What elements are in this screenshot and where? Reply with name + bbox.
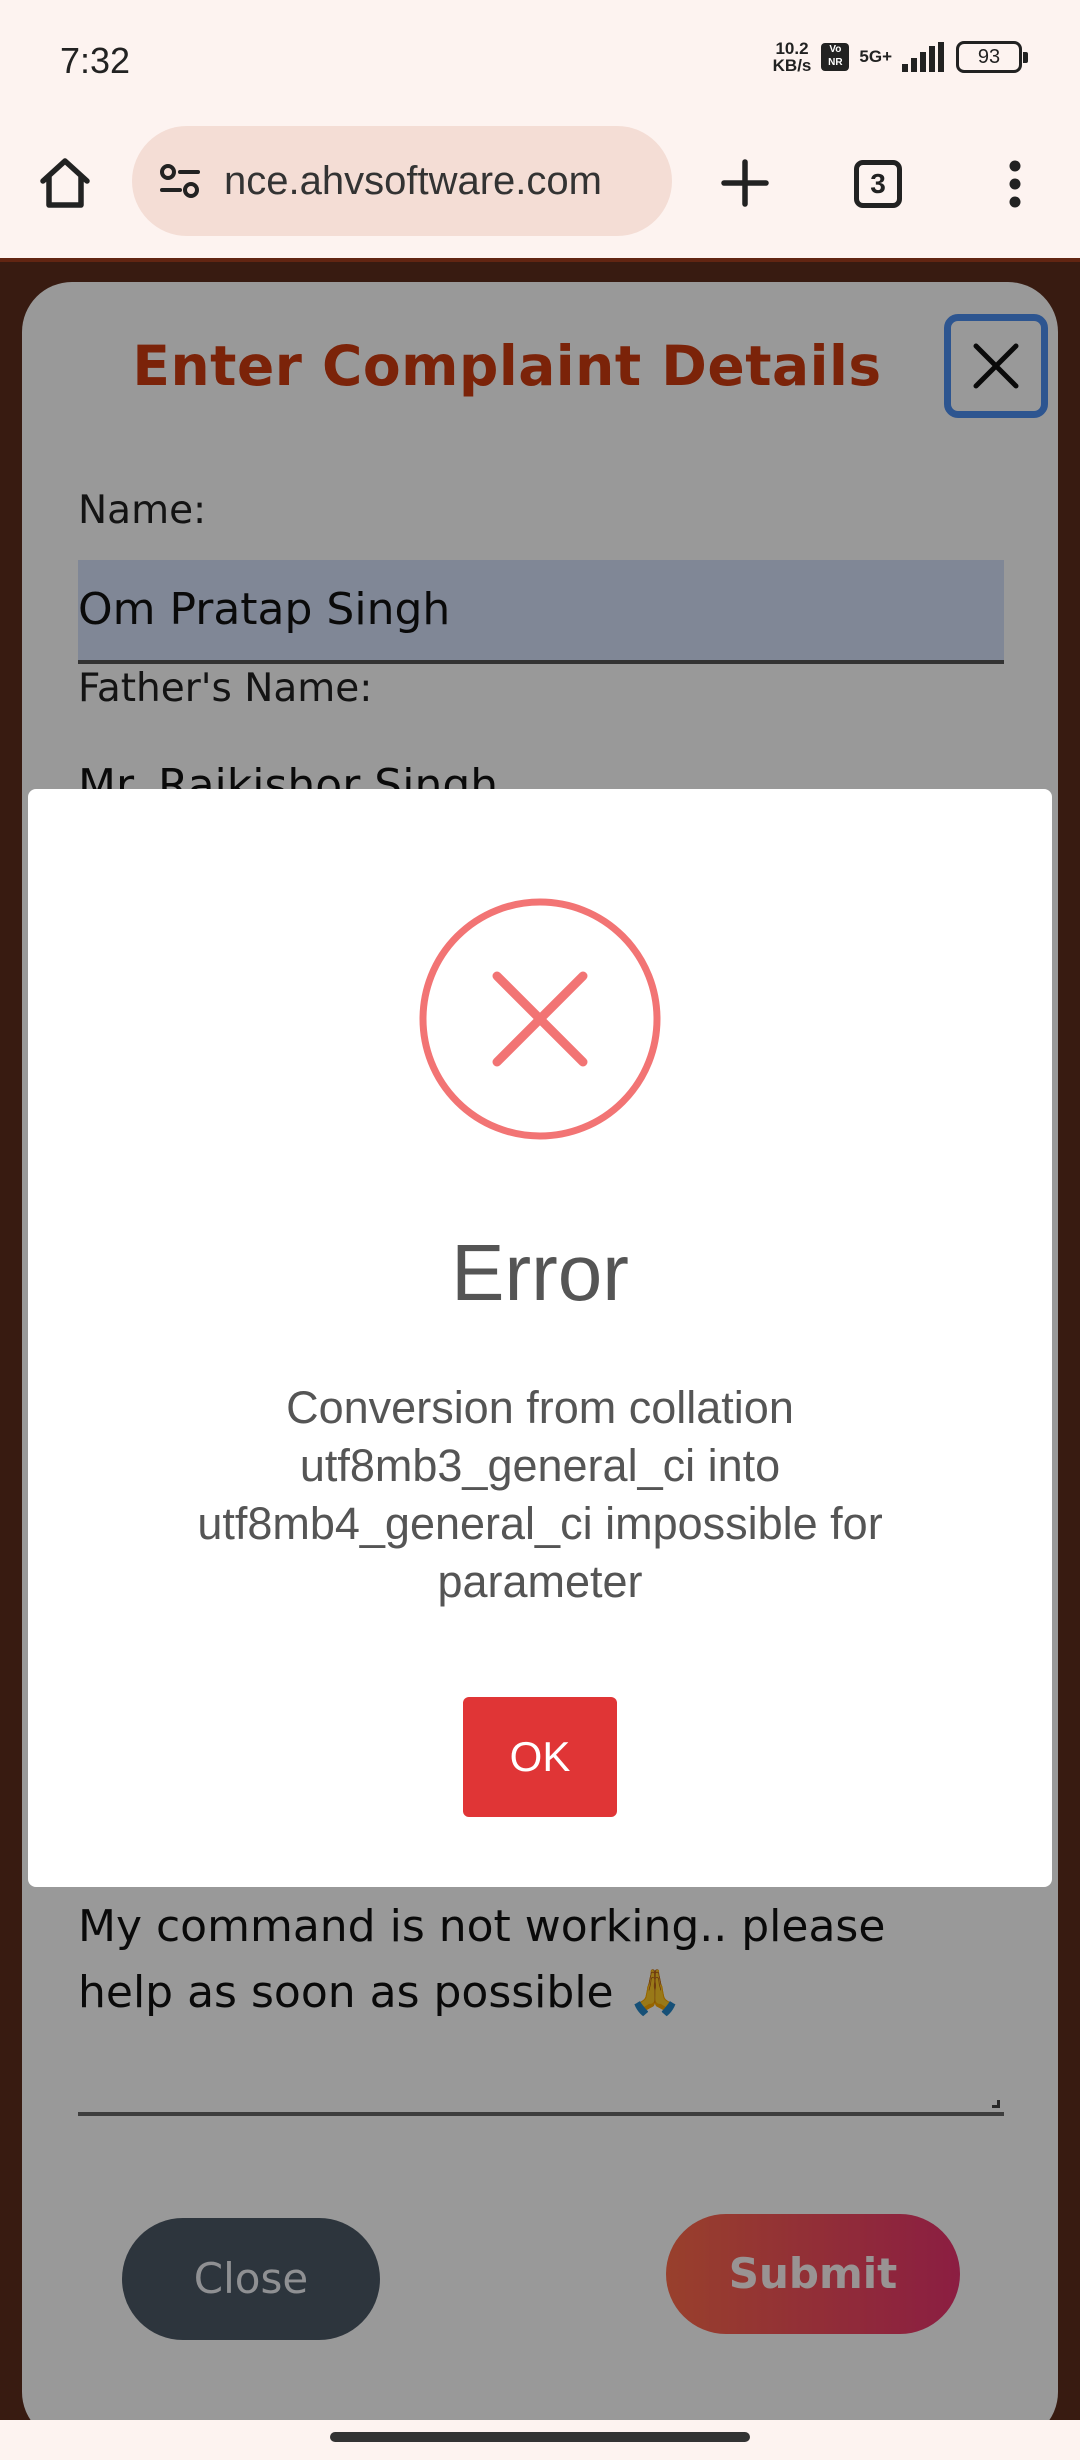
error-dialog: Error Conversion from collation utf8mb3_… — [28, 789, 1052, 1887]
home-button[interactable] — [30, 148, 100, 218]
signal-icon — [902, 42, 944, 72]
tabs-icon: 3 — [854, 160, 902, 208]
more-vert-icon — [1009, 160, 1021, 208]
network-speed: 10.2 KB/s — [773, 40, 812, 74]
ok-button[interactable]: OK — [463, 1697, 617, 1817]
network-speed-value: 10.2 — [775, 39, 809, 58]
browser-toolbar: nce.ahvsoftware.com 3 — [0, 118, 1080, 258]
network-speed-unit: KB/s — [772, 56, 812, 75]
network-type: 5G+ — [859, 47, 892, 66]
status-icons: 10.2 KB/s Vo NR 5G+ 93 — [773, 40, 1028, 74]
new-tab-button[interactable] — [710, 148, 780, 218]
volte-bottom-label: NR — [828, 57, 843, 68]
home-icon — [40, 158, 90, 208]
site-settings-icon[interactable] — [158, 161, 202, 201]
volte-icon: Vo NR — [821, 43, 850, 71]
error-title: Error — [451, 1228, 629, 1317]
tabs-button[interactable]: 3 — [848, 154, 908, 214]
error-message: Conversion from collation utf8mb3_genera… — [197, 1382, 883, 1607]
url-text[interactable]: nce.ahvsoftware.com — [224, 159, 602, 204]
battery-level: 93 — [977, 46, 1001, 68]
url-bar[interactable]: nce.ahvsoftware.com — [132, 126, 672, 236]
gesture-handle[interactable] — [330, 2432, 750, 2442]
volte-top-label: Vo — [829, 44, 842, 55]
plus-icon — [721, 159, 769, 207]
error-x-icon — [419, 898, 661, 1140]
status-bar: 7:32 10.2 KB/s Vo NR 5G+ 93 — [0, 0, 1080, 118]
status-time: 7:32 — [60, 40, 131, 81]
more-menu-button[interactable] — [990, 154, 1040, 214]
battery-icon: 93 — [956, 41, 1028, 73]
